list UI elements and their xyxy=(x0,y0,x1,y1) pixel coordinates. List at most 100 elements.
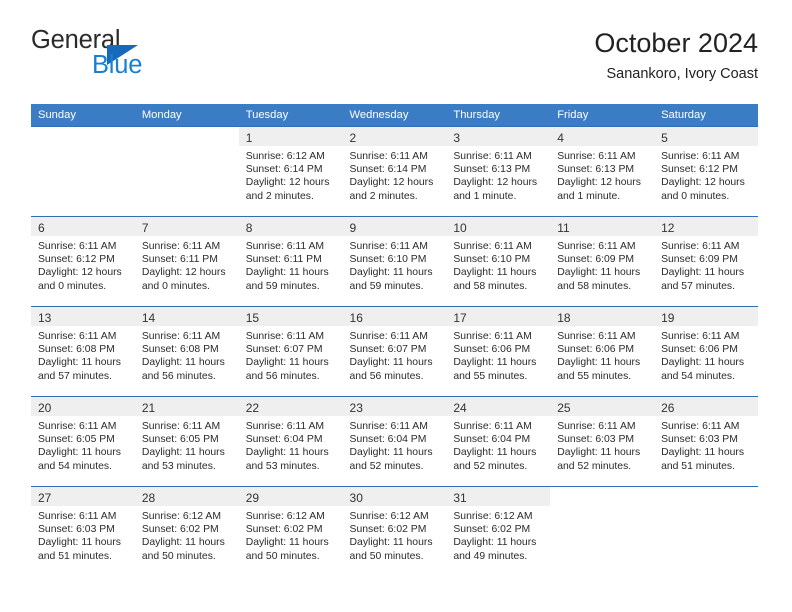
sunrise-time: Sunrise: 6:12 AM xyxy=(245,511,325,522)
calendar-day-cell[interactable]: 23 Sunrise: 6:11 AM Sunset: 6:04 PM Dayligh… xyxy=(342,396,447,487)
calendar-day-cell[interactable]: 17 Sunrise: 6:11 AM Sunset: 6:06 PM Dayligh… xyxy=(446,306,551,397)
sunset-time: Sunset: 6:06 PM xyxy=(453,344,531,356)
day-number-band: 24 xyxy=(446,397,551,416)
calendar-day-cell[interactable]: 7 Sunrise: 6:11 AM Sunset: 6:11 PM Daylight… xyxy=(134,216,239,307)
calendar-week-row: 20 Sunrise: 6:11 AM Sunset: 6:05 PM Dayligh… xyxy=(31,396,758,487)
calendar-day-cell[interactable]: 2 Sunrise: 6:11 AM Sunset: 6:14 PM Daylight… xyxy=(342,126,447,217)
calendar-day-cell[interactable]: 22 Sunrise: 6:11 AM Sunset: 6:04 PM Dayligh… xyxy=(238,396,343,487)
daylight-duration-line2: and 0 minutes. xyxy=(141,280,211,292)
daylight-duration-line2: and 56 minutes. xyxy=(245,370,320,382)
calendar-day-cell[interactable]: 21 Sunrise: 6:11 AM Sunset: 6:05 PM Dayligh… xyxy=(134,396,239,487)
sunrise-time: Sunrise: 6:11 AM xyxy=(349,151,428,162)
day-number: 26 xyxy=(661,401,675,415)
calendar-day-cell[interactable]: 25 Sunrise: 6:11 AM Sunset: 6:03 PM Dayligh… xyxy=(550,396,655,487)
sunset-time: Sunset: 6:11 PM xyxy=(245,254,322,266)
calendar-day-cell[interactable]: 24 Sunrise: 6:11 AM Sunset: 6:04 PM Dayligh… xyxy=(446,396,551,487)
weekday-header-sunday: Sunday xyxy=(31,104,135,127)
daylight-duration-line2: and 58 minutes. xyxy=(453,280,528,292)
calendar-day-cell[interactable]: 11 Sunrise: 6:11 AM Sunset: 6:09 PM Dayligh… xyxy=(550,216,655,307)
weekday-header-wednesday: Wednesday xyxy=(342,104,447,127)
calendar-day-cell[interactable]: 20 Sunrise: 6:11 AM Sunset: 6:05 PM Dayligh… xyxy=(31,396,135,487)
calendar-day-cell[interactable]: 29 Sunrise: 6:12 AM Sunset: 6:02 PM Dayligh… xyxy=(238,486,343,577)
day-number: 2 xyxy=(349,131,357,145)
calendar-day-cell[interactable]: 13 Sunrise: 6:11 AM Sunset: 6:08 PM Dayligh… xyxy=(31,306,135,397)
day-number-band: 31 xyxy=(446,487,551,506)
day-cell-content xyxy=(31,127,135,215)
daylight-duration-line1: Daylight: 11 hours xyxy=(245,537,329,549)
daylight-duration-line1: Daylight: 12 hours xyxy=(141,267,226,279)
day-number-band xyxy=(550,487,654,506)
day-number-band: 30 xyxy=(342,487,447,506)
daylight-duration-line2: and 58 minutes. xyxy=(557,280,632,292)
calendar-day-cell[interactable]: 5 Sunrise: 6:11 AM Sunset: 6:12 PM Daylight… xyxy=(654,126,758,217)
sunrise-time: Sunrise: 6:11 AM xyxy=(245,421,325,432)
daylight-duration-line2: and 50 minutes. xyxy=(141,550,216,562)
sunset-time: Sunset: 6:06 PM xyxy=(557,344,635,356)
day-number: 5 xyxy=(661,131,668,145)
day-cell-content: 23 Sunrise: 6:11 AM Sunset: 6:04 PM Dayligh… xyxy=(342,397,447,485)
day-number: 9 xyxy=(349,221,357,235)
day-number-band: 26 xyxy=(654,397,758,416)
calendar-day-cell xyxy=(134,126,239,217)
daylight-duration-line1: Daylight: 11 hours xyxy=(557,267,641,279)
calendar-day-cell[interactable]: 3 Sunrise: 6:11 AM Sunset: 6:13 PM Daylight… xyxy=(446,126,551,217)
calendar-day-cell[interactable]: 26 Sunrise: 6:11 AM Sunset: 6:03 PM Dayligh… xyxy=(654,396,758,487)
day-number-band: 21 xyxy=(134,397,239,416)
day-cell-content: 9 Sunrise: 6:11 AM Sunset: 6:10 PM Daylight… xyxy=(342,217,447,305)
day-number: 29 xyxy=(245,491,260,505)
daylight-duration-line2: and 53 minutes. xyxy=(141,460,216,472)
daylight-duration-line2: and 0 minutes. xyxy=(661,190,730,202)
daylight-duration-line1: Daylight: 11 hours xyxy=(349,357,433,369)
day-number: 4 xyxy=(557,131,564,145)
daylight-duration-line2: and 51 minutes. xyxy=(661,460,735,472)
sunrise-time: Sunrise: 6:12 AM xyxy=(141,511,221,522)
calendar-day-cell[interactable]: 8 Sunrise: 6:11 AM Sunset: 6:11 PM Daylight… xyxy=(238,216,343,307)
day-details: Sunrise: 6:11 AM Sunset: 6:07 PM Daylight:… xyxy=(343,326,447,383)
sunrise-time: Sunrise: 6:11 AM xyxy=(453,151,532,162)
daylight-duration-line2: and 55 minutes. xyxy=(453,370,528,382)
calendar-day-cell[interactable]: 16 Sunrise: 6:11 AM Sunset: 6:07 PM Dayligh… xyxy=(342,306,447,397)
calendar-day-cell[interactable]: 15 Sunrise: 6:11 AM Sunset: 6:07 PM Dayligh… xyxy=(238,306,343,397)
day-number: 14 xyxy=(141,311,156,325)
sunset-time: Sunset: 6:03 PM xyxy=(661,434,738,446)
sunrise-time: Sunrise: 6:12 AM xyxy=(245,151,325,162)
day-number: 31 xyxy=(453,491,467,505)
sunrise-time: Sunrise: 6:11 AM xyxy=(557,421,636,432)
sunrise-time: Sunrise: 6:11 AM xyxy=(661,331,740,342)
calendar-day-cell[interactable]: 14 Sunrise: 6:11 AM Sunset: 6:08 PM Dayligh… xyxy=(134,306,239,397)
calendar-day-cell[interactable]: 9 Sunrise: 6:11 AM Sunset: 6:10 PM Daylight… xyxy=(342,216,447,307)
day-number: 8 xyxy=(245,221,253,235)
day-number: 24 xyxy=(453,401,467,415)
day-cell-content: 5 Sunrise: 6:11 AM Sunset: 6:12 PM Daylight… xyxy=(654,127,758,215)
day-details: Sunrise: 6:11 AM Sunset: 6:03 PM Daylight:… xyxy=(654,416,758,473)
sunrise-time: Sunrise: 6:11 AM xyxy=(38,331,117,342)
day-details: Sunrise: 6:12 AM Sunset: 6:14 PM Daylight:… xyxy=(239,146,343,203)
calendar-day-cell[interactable]: 31 Sunrise: 6:12 AM Sunset: 6:02 PM Dayligh… xyxy=(446,486,551,577)
calendar-day-cell[interactable]: 10 Sunrise: 6:11 AM Sunset: 6:10 PM Dayligh… xyxy=(446,216,551,307)
day-number-band: 3 xyxy=(446,127,551,146)
calendar-day-cell[interactable]: 27 Sunrise: 6:11 AM Sunset: 6:03 PM Dayligh… xyxy=(31,486,135,577)
sunrise-time: Sunrise: 6:11 AM xyxy=(661,241,740,252)
calendar-day-cell[interactable]: 30 Sunrise: 6:12 AM Sunset: 6:02 PM Dayligh… xyxy=(342,486,447,577)
sunset-time: Sunset: 6:09 PM xyxy=(661,254,738,266)
calendar-day-cell[interactable]: 4 Sunrise: 6:11 AM Sunset: 6:13 PM Daylight… xyxy=(550,126,655,217)
day-number: 21 xyxy=(141,401,156,415)
daylight-duration-line2: and 2 minutes. xyxy=(349,190,418,202)
calendar-day-cell[interactable]: 19 Sunrise: 6:11 AM Sunset: 6:06 PM Dayligh… xyxy=(654,306,758,397)
calendar-day-cell[interactable]: 18 Sunrise: 6:11 AM Sunset: 6:06 PM Dayligh… xyxy=(550,306,655,397)
calendar-day-cell[interactable]: 1 Sunrise: 6:12 AM Sunset: 6:14 PM Daylight… xyxy=(238,126,343,217)
sunrise-time: Sunrise: 6:11 AM xyxy=(349,241,428,252)
day-number: 20 xyxy=(38,401,52,415)
calendar-day-cell[interactable]: 6 Sunrise: 6:11 AM Sunset: 6:12 PM Daylight… xyxy=(31,216,135,307)
daylight-duration-line2: and 50 minutes. xyxy=(245,550,320,562)
daylight-duration-line2: and 52 minutes. xyxy=(453,460,528,472)
day-number: 13 xyxy=(38,311,52,325)
day-number: 23 xyxy=(349,401,363,415)
calendar-day-cell[interactable]: 28 Sunrise: 6:12 AM Sunset: 6:02 PM Dayligh… xyxy=(134,486,239,577)
calendar-day-cell[interactable]: 12 Sunrise: 6:11 AM Sunset: 6:09 PM Dayligh… xyxy=(654,216,758,307)
day-number-band: 1 xyxy=(238,127,343,146)
sunrise-time: Sunrise: 6:11 AM xyxy=(38,241,117,252)
day-number-band xyxy=(135,127,239,146)
day-details: Sunrise: 6:11 AM Sunset: 6:05 PM Daylight:… xyxy=(31,416,135,473)
day-details: Sunrise: 6:12 AM Sunset: 6:02 PM Daylight:… xyxy=(343,506,447,563)
